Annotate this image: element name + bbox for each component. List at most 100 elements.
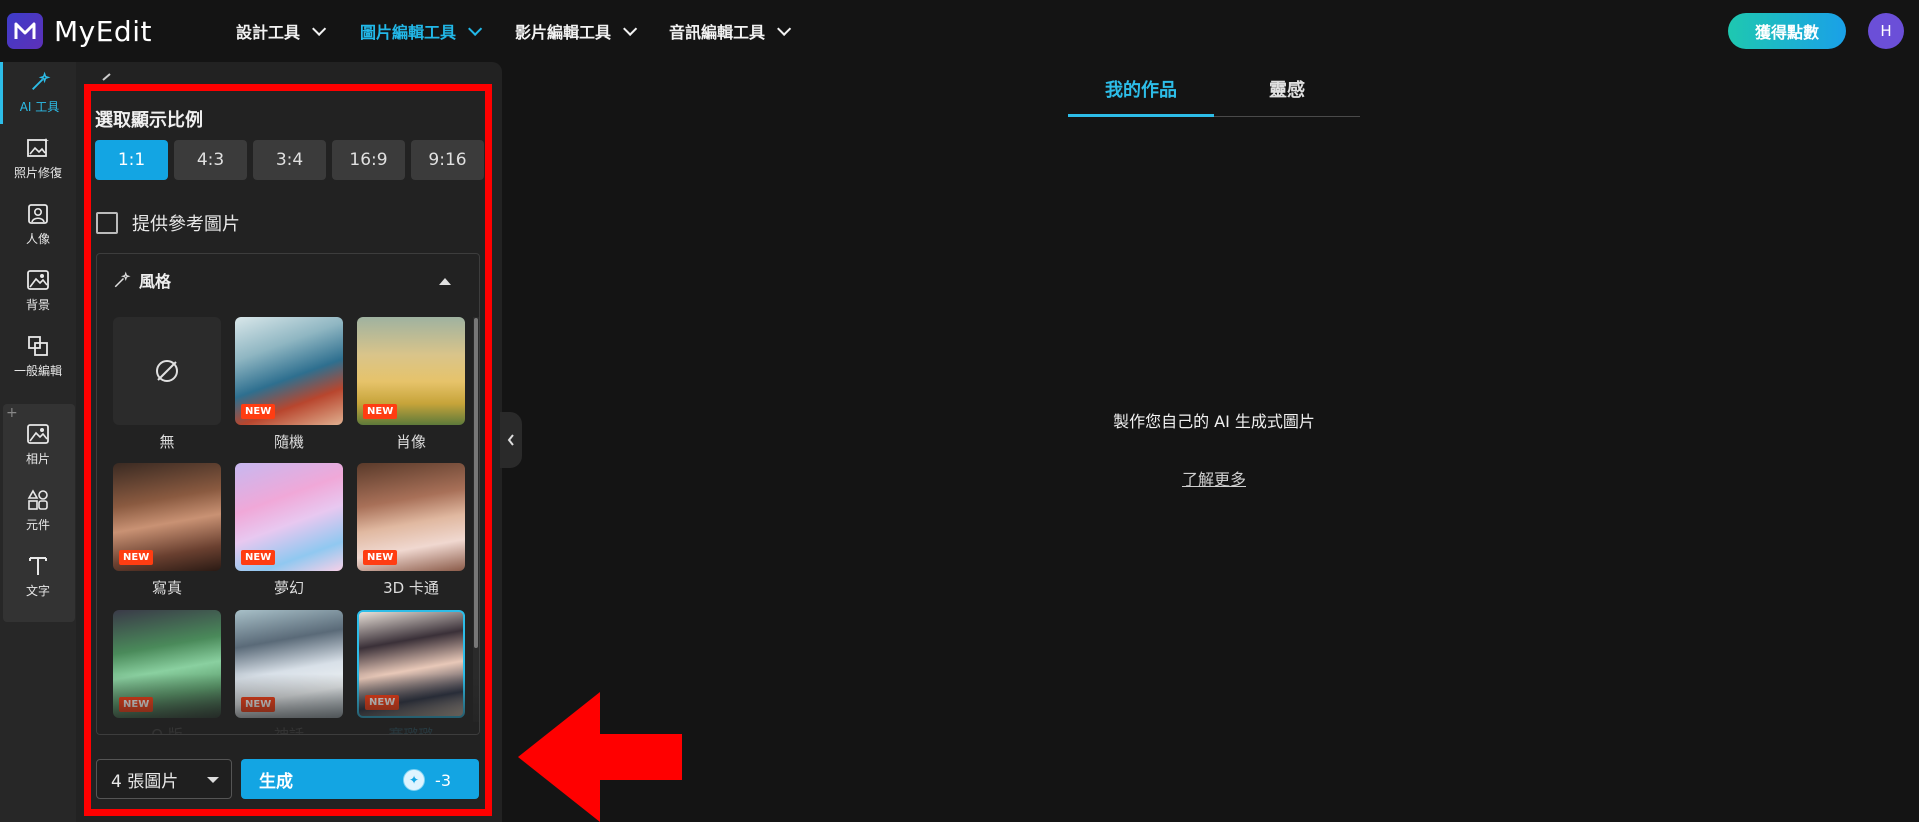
style-scrollbar-thumb[interactable]	[474, 318, 478, 648]
avatar[interactable]: H	[1868, 13, 1904, 49]
rail-item-general-edit[interactable]: 一般編輯	[0, 326, 76, 388]
ratio-option-4-3[interactable]: 4:3	[174, 140, 247, 180]
generate-cost: ✦ -3	[403, 769, 451, 791]
style-tile-fantasy[interactable]: NEW 夢幻	[235, 463, 343, 598]
style-tile-myth[interactable]: NEW 神話	[235, 610, 343, 734]
new-badge: NEW	[365, 695, 400, 710]
left-rail: + AI 工具 照片修復 人像 背景 一般編輯 相片 元件 文字	[0, 62, 76, 822]
nav-label: 圖片編輯工具	[360, 23, 457, 42]
highlight-arrow-icon	[518, 692, 682, 822]
reference-image-checkbox[interactable]	[96, 212, 118, 234]
image-count-select[interactable]: 4 張圖片	[96, 759, 232, 799]
ratio-option-3-4[interactable]: 3:4	[253, 140, 326, 180]
style-tile-none[interactable]: 無	[113, 317, 221, 452]
chevron-left-icon	[507, 434, 514, 446]
style-label: 寫真	[151, 579, 182, 597]
style-thumb: NEW	[113, 610, 221, 718]
style-thumb: NEW	[113, 463, 221, 571]
style-tile-random[interactable]: NEW 隨機	[235, 317, 343, 452]
chevron-down-icon	[468, 21, 483, 36]
panel-collapse-tab[interactable]	[500, 412, 522, 468]
active-tab-indicator	[1068, 114, 1214, 117]
reference-image-label: 提供參考圖片	[132, 214, 240, 235]
rail-label: AI 工具	[19, 100, 60, 114]
style-thumb: NEW	[357, 610, 465, 718]
rail-label: 元件	[25, 518, 50, 532]
main-tabs: 我的作品 靈感	[1068, 72, 1360, 117]
new-badge: NEW	[241, 404, 276, 419]
caret-down-icon	[207, 777, 219, 783]
style-label: 肖像	[395, 433, 426, 451]
image-count-value: 4 張圖片	[111, 771, 179, 792]
style-label: 賽璐璐	[388, 726, 434, 735]
nav-audio-tools[interactable]: 音訊編輯工具	[669, 19, 792, 43]
rail-item-photo[interactable]: 相片	[0, 414, 76, 476]
ratio-option-9-16[interactable]: 9:16	[411, 140, 484, 180]
rail-item-portrait[interactable]: 人像	[0, 194, 76, 256]
style-tile-chibi[interactable]: NEW Q 版	[113, 610, 221, 735]
none-icon	[156, 360, 178, 382]
new-badge: NEW	[363, 404, 398, 419]
style-thumb: NEW	[235, 463, 343, 571]
style-tile-portrait[interactable]: NEW 肖像	[357, 317, 465, 452]
style-tile-3d-cartoon[interactable]: NEW 3D 卡通	[357, 463, 465, 598]
new-badge: NEW	[241, 697, 276, 712]
nav-video-tools[interactable]: 影片編輯工具	[515, 19, 638, 43]
collapse-caret-icon[interactable]	[439, 278, 451, 285]
style-header[interactable]: 風格	[113, 268, 171, 292]
new-badge: NEW	[119, 550, 154, 565]
chevron-down-icon	[777, 21, 792, 36]
magic-wand-icon	[31, 71, 50, 90]
back-arrow-icon[interactable]	[100, 72, 112, 91]
new-badge: NEW	[119, 697, 154, 712]
ratio-option-1-1[interactable]: 1:1	[95, 140, 168, 180]
nav-image-tools[interactable]: 圖片編輯工具	[360, 19, 483, 43]
style-section: 風格 無 NEW 隨機 NEW 肖像 NEW 寫真 NEW 夢幻 NEW 3D …	[96, 253, 480, 735]
ratio-option-16-9[interactable]: 16:9	[332, 140, 405, 180]
generate-button[interactable]: 生成 ✦ -3	[241, 759, 479, 799]
tab-inspiration[interactable]: 靈感	[1214, 76, 1360, 102]
style-thumb: NEW	[235, 317, 343, 425]
rail-item-ai-tools[interactable]: AI 工具	[0, 62, 76, 124]
style-label: 隨機	[273, 433, 304, 451]
nav-design-tools[interactable]: 設計工具	[236, 19, 327, 43]
style-title: 風格	[139, 272, 172, 291]
rail-label: 背景	[25, 298, 50, 312]
rail-label: 一般編輯	[13, 364, 62, 378]
elements-icon	[27, 489, 48, 510]
nav-label: 音訊編輯工具	[669, 23, 766, 42]
photo-icon	[27, 424, 49, 444]
nav-label: 影片編輯工具	[515, 23, 612, 42]
brand-name: MyEdit	[54, 14, 152, 48]
learn-more-link[interactable]: 了解更多	[1068, 466, 1360, 490]
magic-wand-icon	[114, 271, 131, 288]
logo[interactable]: MyEdit	[7, 13, 152, 49]
rail-item-photo-repair[interactable]: 照片修復	[0, 128, 76, 190]
cost-value: -3	[435, 770, 451, 790]
style-thumb	[113, 317, 221, 425]
style-thumb: NEW	[235, 610, 343, 718]
get-credits-button[interactable]: 獲得點數	[1728, 13, 1846, 49]
rail-label: 照片修復	[13, 166, 62, 180]
style-tile-cel[interactable]: NEW 賽璐璐	[357, 610, 465, 735]
general-edit-icon	[28, 336, 48, 356]
style-thumb: NEW	[357, 317, 465, 425]
style-tile-realistic[interactable]: NEW 寫真	[113, 463, 221, 598]
style-label: 無	[159, 433, 175, 451]
rail-item-text[interactable]: 文字	[0, 546, 76, 608]
style-label: Q 版	[151, 726, 183, 735]
rail-item-elements[interactable]: 元件	[0, 480, 76, 542]
generate-label: 生成	[259, 771, 293, 792]
text-icon	[29, 557, 47, 575]
rail-label: 人像	[25, 232, 50, 246]
credit-icon: ✦	[403, 769, 426, 791]
style-label: 3D 卡通	[383, 579, 439, 597]
background-icon	[27, 270, 49, 290]
tab-my-works[interactable]: 我的作品	[1068, 76, 1214, 102]
rail-item-background[interactable]: 背景	[0, 260, 76, 322]
photo-repair-icon	[27, 138, 49, 157]
portrait-icon	[28, 204, 48, 224]
logo-icon	[7, 13, 43, 49]
ratio-selector: 1:1 4:3 3:4 16:9 9:16	[95, 140, 484, 180]
empty-state-title: 製作您自己的 AI 生成式圖片	[1113, 412, 1315, 431]
